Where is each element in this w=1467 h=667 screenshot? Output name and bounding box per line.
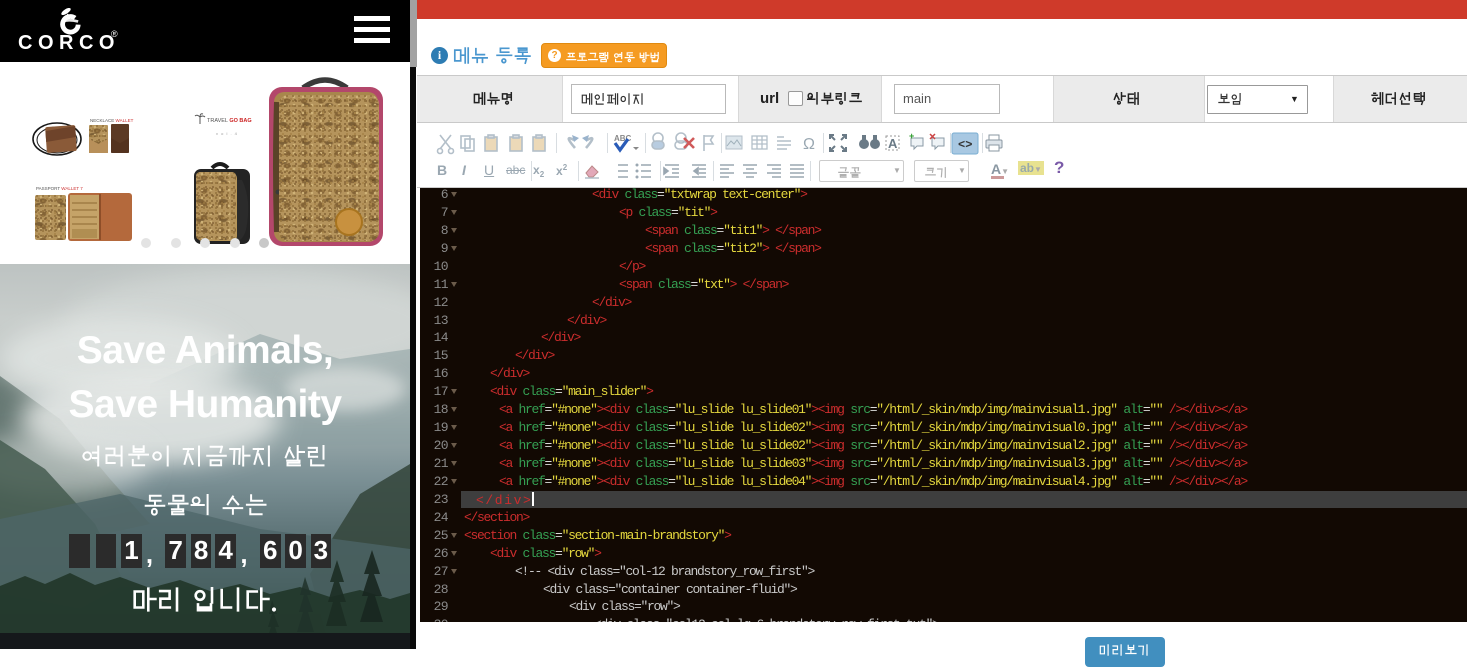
svg-text:+: + xyxy=(909,131,914,141)
svg-text:ABC: ABC xyxy=(614,134,632,143)
svg-text:<>: <> xyxy=(958,138,972,152)
svg-text:A: A xyxy=(888,136,898,151)
svg-text:Ω: Ω xyxy=(803,136,815,153)
